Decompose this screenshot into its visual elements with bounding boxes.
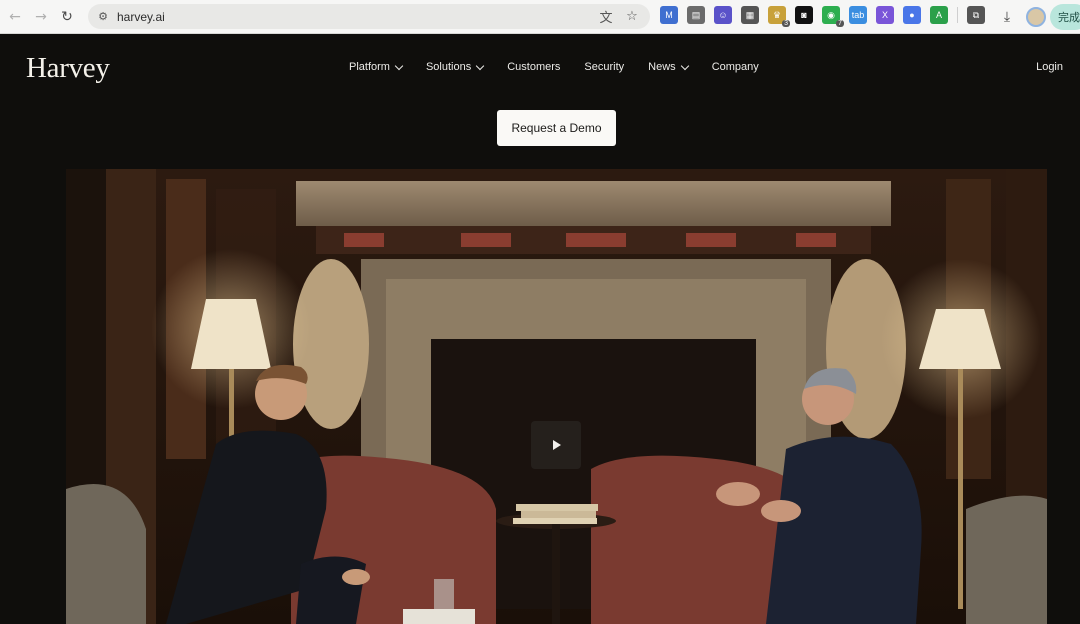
nav-item-platform[interactable]: Platform: [349, 61, 404, 73]
nav-item-label: Company: [711, 61, 759, 73]
browser-toolbar: ← → ↻ ⚙ harvey.ai 文 ☆ M ▤ ☺ ▦ ♛ 3 ◙ ◉ 7 tab X ● A ⧉ ⤓…: [0, 0, 1080, 34]
chevron-down-icon: [394, 61, 404, 70]
nav-item-company[interactable]: Company: [712, 61, 759, 73]
play-button[interactable]: [531, 421, 581, 469]
reload-icon[interactable]: ↻: [54, 4, 80, 30]
page: Harvey Platform Solutions Customers Securit…: [0, 34, 1080, 624]
nav-item-label: Security: [584, 61, 625, 73]
site-settings-icon[interactable]: ⚙: [96, 10, 110, 24]
video-frame-image: [66, 169, 1047, 624]
nav-item-label: Solutions: [425, 61, 472, 73]
translate-icon[interactable]: 文: [598, 7, 614, 26]
extension-glyph: ◉: [827, 9, 835, 20]
nav-item-security[interactable]: Security: [584, 61, 624, 73]
copy-extension-icon[interactable]: ▤: [687, 6, 705, 24]
chevron-down-icon: [680, 61, 689, 70]
extension-glyph: ▤: [691, 9, 701, 20]
url-text[interactable]: harvey.ai: [117, 10, 165, 24]
nav-item-news[interactable]: News: [648, 61, 689, 73]
address-bar[interactable]: ⚙ harvey.ai 文 ☆: [88, 4, 650, 29]
extension-glyph: tab: [851, 10, 865, 20]
nav-item-label: Platform: [349, 61, 390, 73]
extension-glyph: ▦: [745, 9, 755, 20]
face-extension-icon[interactable]: ☺: [714, 6, 732, 24]
puzzle-extension-icon[interactable]: ⧉: [967, 6, 985, 24]
x-extension-icon[interactable]: X: [876, 6, 894, 24]
login-link[interactable]: Login: [1036, 61, 1063, 73]
extension-glyph: ◙: [801, 10, 807, 20]
main-nav: Platform Solutions Customers Security News Co…: [349, 61, 759, 73]
extension-badge: 3: [782, 20, 790, 27]
extension-glyph: X: [881, 10, 888, 20]
extension-badge: 7: [836, 20, 844, 27]
qr-extension-icon[interactable]: ▦: [741, 6, 759, 24]
download-icon[interactable]: ⤓: [998, 8, 1016, 26]
wechat-extension-icon[interactable]: ◉ 7: [822, 6, 844, 27]
nav-item-label: Customers: [507, 61, 561, 73]
chevron-down-icon: [475, 61, 485, 70]
harvey-logo[interactable]: Harvey: [26, 52, 110, 85]
nav-item-solutions[interactable]: Solutions: [425, 61, 485, 73]
toolbar-separator: [957, 7, 958, 23]
extensions-bar: M ▤ ☺ ▦ ♛ 3 ◙ ◉ 7 tab X ● A ⧉: [660, 6, 985, 27]
bookmark-star-icon[interactable]: ☆: [624, 7, 640, 25]
back-icon[interactable]: ←: [2, 4, 28, 30]
nav-item-customers[interactable]: Customers: [507, 61, 560, 73]
nav-item-label: News: [648, 61, 676, 73]
hero-video[interactable]: [66, 169, 1047, 624]
extension-glyph: A: [935, 10, 942, 20]
circle-extension-icon[interactable]: ●: [903, 6, 921, 24]
profile-avatar[interactable]: [1026, 7, 1046, 27]
mask-extension-icon[interactable]: ◙: [795, 6, 813, 24]
extension-glyph: ●: [909, 10, 915, 20]
tab-extension-icon[interactable]: tab: [849, 6, 867, 24]
play-icon: [553, 440, 561, 450]
extension-glyph: ⧉: [972, 9, 980, 20]
forward-icon[interactable]: →: [28, 4, 54, 30]
a-extension-icon[interactable]: A: [930, 6, 948, 24]
extension-glyph: ♛: [772, 9, 782, 20]
request-demo-button[interactable]: Request a Demo: [497, 110, 616, 146]
trophy-extension-icon[interactable]: ♛ 3: [768, 6, 790, 27]
extension-glyph: ☺: [718, 10, 728, 20]
done-button[interactable]: 完成: [1050, 4, 1080, 30]
done-label: 完成: [1058, 11, 1080, 24]
extension-glyph: M: [665, 10, 673, 20]
m-extension-icon[interactable]: M: [660, 6, 678, 24]
